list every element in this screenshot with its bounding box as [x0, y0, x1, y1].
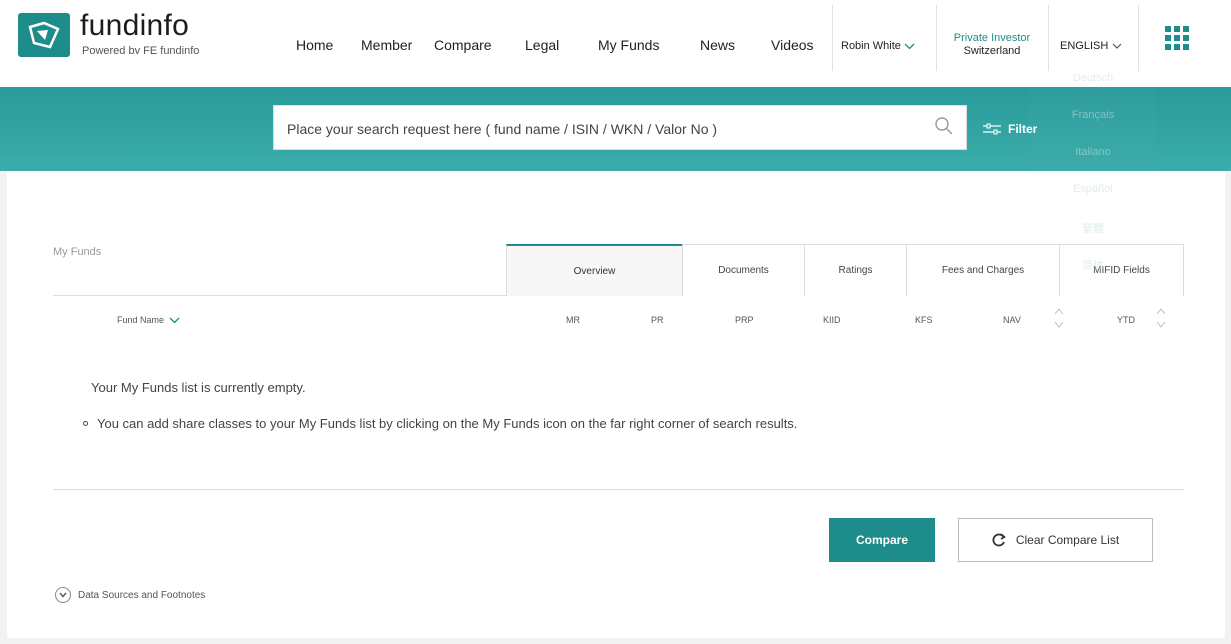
language-selector[interactable]: ENGLISH [1060, 40, 1122, 52]
language-option-de[interactable]: Deutsch [1030, 72, 1156, 84]
data-sources-footnotes-toggle[interactable]: Data Sources and Footnotes [55, 587, 205, 603]
column-mr[interactable]: MR [566, 315, 580, 325]
chevron-down-icon [169, 317, 180, 323]
app-grid-icon[interactable] [1165, 26, 1189, 50]
investor-profile[interactable]: Private Investor Switzerland [938, 32, 1046, 58]
search-placeholder: Place your search request here ( fund na… [287, 121, 718, 137]
divider [53, 489, 1184, 490]
language-option-zh-hant[interactable]: 繁體 [1030, 220, 1156, 236]
column-kiid[interactable]: KIID [823, 315, 841, 325]
footnotes-label: Data Sources and Footnotes [78, 589, 206, 601]
column-fund-name-label: Fund Name [117, 315, 165, 325]
user-menu[interactable]: Robin White [841, 40, 915, 52]
nav-videos[interactable]: Videos [771, 37, 814, 53]
nav-news[interactable]: News [700, 37, 735, 53]
search-icon[interactable] [934, 116, 954, 136]
column-kfs[interactable]: KFS [915, 315, 933, 325]
language-dropdown: Deutsch Français Italiano Español 繁體 简体 [1030, 62, 1156, 272]
empty-state-hint-text: You can add share classes to your My Fun… [97, 416, 798, 431]
tab-ratings[interactable]: Ratings [804, 244, 907, 296]
refresh-icon [992, 533, 1006, 547]
language-option-zh-hans[interactable]: 简体 [1030, 257, 1156, 273]
nav-my-funds[interactable]: My Funds [598, 37, 659, 53]
chevron-down-icon [904, 43, 915, 49]
tab-documents[interactable]: Documents [682, 244, 805, 296]
sort-icon[interactable] [1054, 307, 1064, 329]
chevron-down-circle-icon [55, 587, 71, 603]
bullet-icon [83, 421, 88, 426]
clear-compare-list-button[interactable]: Clear Compare List [958, 518, 1153, 562]
empty-state-message: Your My Funds list is currently empty. [91, 380, 306, 395]
nav-compare[interactable]: Compare [434, 37, 492, 53]
column-fund-name[interactable]: Fund Name [117, 315, 180, 325]
fundinfo-logo-icon[interactable] [18, 13, 70, 57]
header-divider [832, 5, 833, 71]
column-nav[interactable]: NAV [1003, 315, 1021, 325]
header-divider [936, 5, 937, 71]
user-name: Robin White [841, 40, 901, 52]
investor-type: Private Investor [953, 32, 1031, 44]
sliders-icon [983, 123, 1001, 135]
nav-legal[interactable]: Legal [525, 37, 559, 53]
brand-tagline: Powered bv FE fundinfo [82, 45, 200, 57]
column-prp[interactable]: PRP [735, 315, 754, 325]
search-input[interactable]: Place your search request here ( fund na… [273, 105, 967, 150]
nav-member[interactable]: Member [361, 37, 412, 53]
page-title: My Funds [53, 246, 102, 258]
clear-compare-list-label: Clear Compare List [1015, 533, 1120, 547]
column-pr[interactable]: PR [651, 315, 664, 325]
tab-overview[interactable]: Overview [506, 244, 683, 296]
language-option-es[interactable]: Español [1030, 183, 1156, 195]
brand-name[interactable]: fundinfo [80, 9, 189, 43]
language-option-it[interactable]: Italiano [1030, 146, 1156, 158]
sort-icon[interactable] [1156, 307, 1166, 329]
column-ytd[interactable]: YTD [1117, 315, 1135, 325]
compare-button[interactable]: Compare [829, 518, 935, 562]
language-label: ENGLISH [1060, 40, 1109, 52]
empty-state-hint: You can add share classes to your My Fun… [83, 416, 797, 431]
language-option-fr[interactable]: Français [1030, 109, 1156, 121]
nav-home[interactable]: Home [296, 37, 333, 53]
investor-country: Switzerland [963, 45, 1021, 57]
chevron-down-icon [1112, 43, 1122, 49]
